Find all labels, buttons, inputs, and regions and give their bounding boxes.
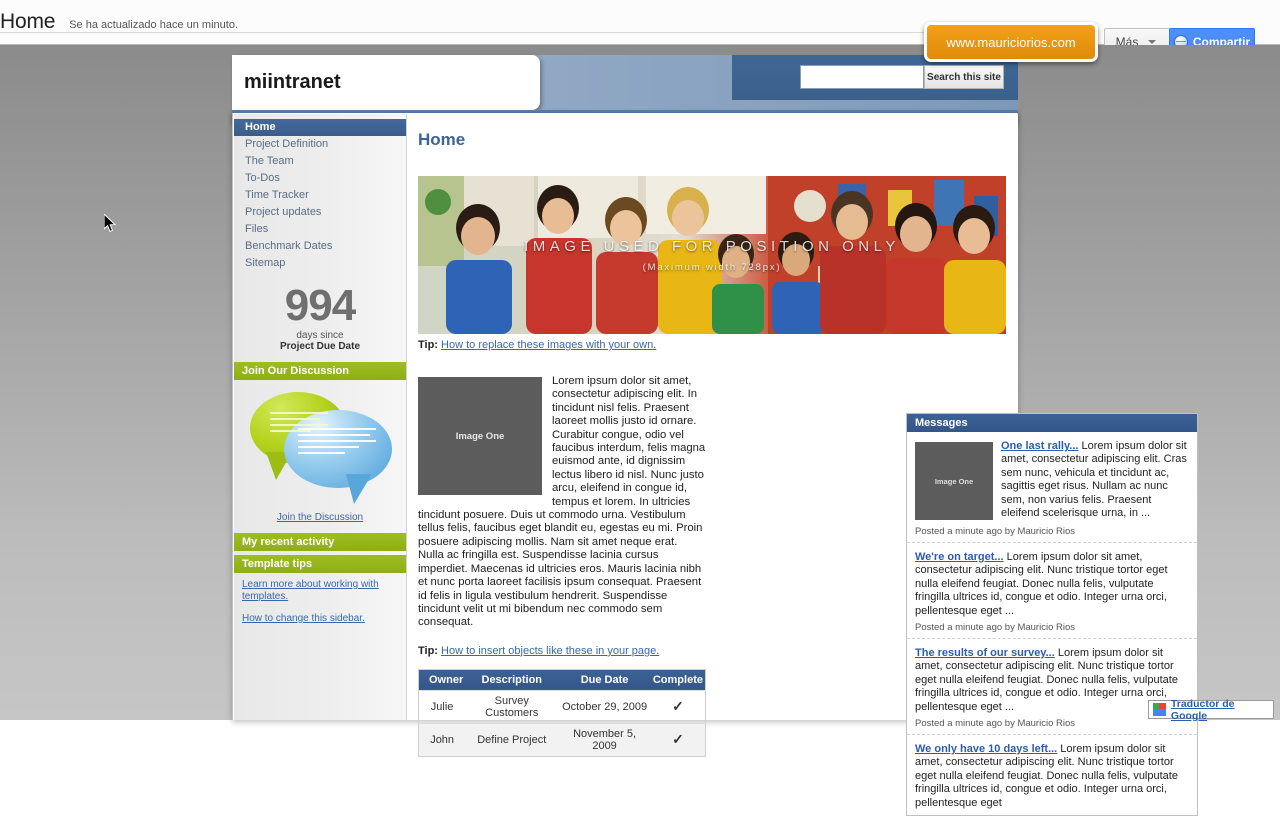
- table-row: John Define Project November 5, 2009 ✓: [418, 722, 706, 757]
- sidebar: Home Project Definition The Team To-Dos …: [234, 114, 407, 720]
- tip-replace-images-link[interactable]: How to replace these images with your ow…: [441, 339, 656, 351]
- sidebar-item-time-tracker[interactable]: Time Tracker: [234, 187, 406, 204]
- message-title-link[interactable]: One last rally...: [1001, 440, 1078, 452]
- hero-image: IMAGE USED FOR POSITION ONLY (Maximum wi…: [418, 176, 1006, 334]
- sidebar-item-to-dos[interactable]: To-Dos: [234, 170, 406, 187]
- message-meta: Posted a minute ago by Mauricio Rios: [915, 622, 1075, 634]
- column-header-complete: Complete: [650, 669, 706, 691]
- tasks-table: Owner Description Due Date Complete Juli…: [418, 668, 706, 757]
- message-title-link[interactable]: We're on target...: [915, 551, 1004, 563]
- main-content: Home IMAGE USED FOR POSITION ONLY (Maxim…: [408, 114, 1198, 816]
- messages-panel-header: Messages: [907, 414, 1197, 432]
- message-thumbnail: Image One: [915, 442, 993, 520]
- message-item[interactable]: The results of our survey... Lorem ipsum…: [907, 639, 1197, 736]
- chevron-down-icon: [1148, 39, 1157, 44]
- watermark-tooltip: www.mauriciorios.com: [924, 22, 1098, 62]
- message-body: We only have 10 days left... Lorem ipsum…: [915, 743, 1189, 810]
- days-counter-subject: Project Due Date: [279, 341, 361, 352]
- message-thumbnail-label: Image One: [934, 476, 974, 486]
- sidebar-item-project-updates[interactable]: Project updates: [234, 204, 406, 221]
- sidebar-item-benchmark-dates[interactable]: Benchmark Dates: [234, 238, 406, 255]
- sidebar-item-the-team[interactable]: The Team: [234, 153, 406, 170]
- cell-complete-check-icon: ✓: [650, 689, 706, 724]
- table-header-row: Owner Description Due Date Complete: [418, 669, 706, 691]
- join-discussion-link[interactable]: Join the Discussion: [234, 512, 406, 523]
- days-counter-number: 994: [284, 281, 356, 330]
- site-logo-plate[interactable]: miintranet: [232, 55, 540, 110]
- cell-description: Survey Customers: [465, 689, 559, 724]
- tip-replace-images: Tip: How to replace these images with yo…: [418, 339, 1006, 351]
- sidebar-item-label: Home: [245, 121, 276, 133]
- image-one-placeholder: Image One: [418, 377, 542, 495]
- image-one-label: Image One: [455, 430, 505, 442]
- message-title-link[interactable]: We only have 10 days left...: [915, 743, 1057, 755]
- search-input[interactable]: [800, 65, 924, 89]
- google-translate-widget[interactable]: Traductor de Google: [1148, 697, 1274, 722]
- days-counter: 994 days since Project Due Date: [234, 281, 406, 353]
- sidebar-item-label: Time Tracker: [245, 189, 309, 201]
- message-title-link[interactable]: The results of our survey...: [915, 647, 1055, 659]
- page-body: Home Project Definition The Team To-Dos …: [232, 113, 1198, 816]
- sidebar-item-project-definition[interactable]: Project Definition: [234, 136, 406, 153]
- sidebar-item-label: To-Dos: [245, 172, 280, 184]
- page-title: Home: [418, 130, 466, 149]
- speech-bubble-blue-lines: [298, 428, 376, 458]
- cell-description: Define Project: [465, 722, 559, 757]
- days-counter-caption: days since: [296, 330, 344, 341]
- cell-due-date: November 5, 2009: [558, 722, 651, 757]
- search-button-label: Search this site: [927, 71, 1001, 83]
- sidebar-item-label: Files: [245, 223, 269, 235]
- last-updated-text: Se ha actualizado hace un minuto.: [69, 19, 238, 31]
- message-item[interactable]: We only have 10 days left... Lorem ipsum…: [907, 735, 1197, 815]
- sidebar-item-label: Benchmark Dates: [245, 240, 333, 252]
- column-header-owner: Owner: [418, 669, 466, 691]
- join-discussion-header: Join Our Discussion: [234, 362, 406, 380]
- watermark-tooltip-text: www.mauriciorios.com: [946, 34, 1076, 50]
- cell-due-date: October 29, 2009: [558, 689, 651, 724]
- column-header-due-date: Due Date: [558, 669, 651, 691]
- sidebar-item-home[interactable]: Home: [234, 119, 406, 136]
- messages-panel: Messages Image One One last rally... Lor…: [906, 413, 1198, 816]
- tip-label: Tip:: [418, 339, 438, 351]
- template-tips-link-2[interactable]: How to change this sidebar.: [234, 603, 406, 625]
- cell-owner: John: [418, 722, 466, 757]
- template-tips-header: Template tips: [234, 555, 406, 573]
- message-meta: Posted a minute ago by Mauricio Rios: [915, 526, 1075, 537]
- left-column: Image One Lorem ipsum dolor sit amet, co…: [418, 375, 706, 757]
- tip-label-2: Tip:: [418, 644, 438, 657]
- message-item[interactable]: Image One One last rally... Lorem ipsum …: [907, 432, 1197, 543]
- column-header-description: Description: [465, 669, 559, 691]
- site-logo-text: miintranet: [244, 71, 341, 93]
- sidebar-item-label: Sitemap: [245, 257, 286, 269]
- google-translate-icon: [1153, 703, 1166, 716]
- sidebar-item-label: Project updates: [245, 206, 322, 218]
- message-body: We're on target... Lorem ipsum dolor sit…: [915, 551, 1189, 618]
- sidebar-item-label: The Team: [245, 155, 294, 167]
- speech-bubbles-icon: [240, 388, 400, 506]
- site-container: Search this site miintranet Home Project…: [232, 45, 1198, 816]
- tip-insert-objects-link[interactable]: How to insert objects like these in your…: [441, 645, 659, 657]
- recent-activity-header: My recent activity: [234, 533, 406, 551]
- mouse-cursor: [103, 212, 118, 239]
- cell-complete-check-icon: ✓: [650, 722, 706, 757]
- message-item[interactable]: We're on target... Lorem ipsum dolor sit…: [907, 543, 1197, 640]
- sidebar-item-files[interactable]: Files: [234, 221, 406, 238]
- cell-owner: Julie: [418, 689, 466, 724]
- hero-photo: [418, 176, 1006, 334]
- google-translate-label: Traductor de Google: [1170, 697, 1235, 722]
- sidebar-item-label: Project Definition: [245, 138, 329, 150]
- sidebar-item-sitemap[interactable]: Sitemap: [234, 255, 406, 272]
- table-row: Julie Survey Customers October 29, 2009 …: [418, 689, 706, 724]
- template-tips-link-1[interactable]: Learn more about working with templates.: [234, 573, 406, 603]
- search-button[interactable]: Search this site: [924, 65, 1004, 89]
- tip-insert-objects: Tip: How to insert objects like these in…: [418, 635, 706, 657]
- top-bar-left-group: Home Se ha actualizado hace un minuto.: [0, 0, 238, 44]
- page-title-top: Home: [0, 10, 56, 33]
